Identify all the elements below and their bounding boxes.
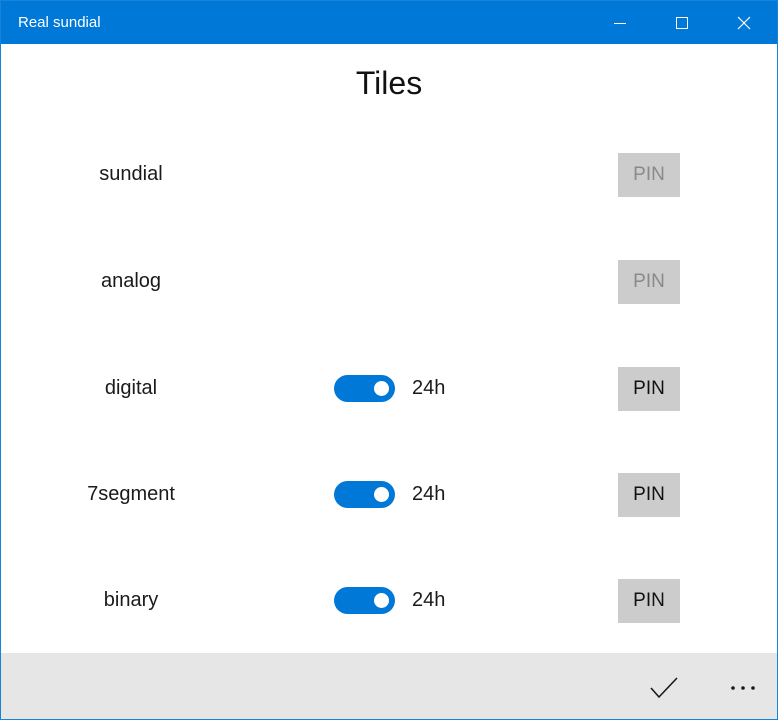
- minimize-icon: [614, 22, 626, 24]
- tile-row-binary: binary 24h PIN: [1, 579, 777, 623]
- pin-button-7segment[interactable]: PIN: [618, 473, 680, 517]
- tile-name: binary: [103, 589, 159, 611]
- toggle-24h-7segment[interactable]: [334, 481, 395, 508]
- more-icon: [731, 686, 755, 690]
- toggle-knob: [374, 381, 389, 396]
- tile-name: digital: [104, 377, 158, 399]
- tile-row-analog: analog PIN: [1, 260, 777, 304]
- close-button[interactable]: [713, 1, 775, 44]
- toggle-24h-digital[interactable]: [334, 375, 395, 402]
- checkmark-icon: [650, 677, 678, 699]
- pin-button-binary[interactable]: PIN: [618, 579, 680, 623]
- minimize-button[interactable]: [589, 1, 651, 44]
- pin-button-digital[interactable]: PIN: [618, 367, 680, 411]
- pin-button-analog[interactable]: PIN: [618, 260, 680, 304]
- tile-row-sundial: sundial PIN: [1, 153, 777, 197]
- toggle-label: 24h: [412, 589, 446, 611]
- tile-row-7segment: 7segment 24h PIN: [1, 473, 777, 517]
- pin-button-sundial[interactable]: PIN: [618, 153, 680, 197]
- toggle-knob: [374, 593, 389, 608]
- toggle-label: 24h: [412, 483, 446, 505]
- title-bar[interactable]: Real sundial: [1, 1, 777, 44]
- maximize-icon: [676, 16, 688, 29]
- app-window: Real sundial Tiles sundial PIN analog PI…: [0, 0, 778, 720]
- tile-name: 7segment: [87, 483, 175, 505]
- tile-row-digital: digital 24h PIN: [1, 367, 777, 411]
- accept-button[interactable]: [641, 665, 687, 711]
- tile-name: sundial: [99, 163, 163, 185]
- tile-name: analog: [100, 270, 162, 292]
- command-bar: [1, 653, 777, 719]
- toggle-knob: [374, 487, 389, 502]
- maximize-button[interactable]: [651, 1, 713, 44]
- more-options-button[interactable]: [721, 665, 767, 711]
- toggle-label: 24h: [412, 377, 446, 399]
- toggle-24h-binary[interactable]: [334, 587, 395, 614]
- close-icon: [737, 16, 751, 29]
- page-title: Tiles: [355, 65, 423, 101]
- window-title: Real sundial: [18, 14, 101, 31]
